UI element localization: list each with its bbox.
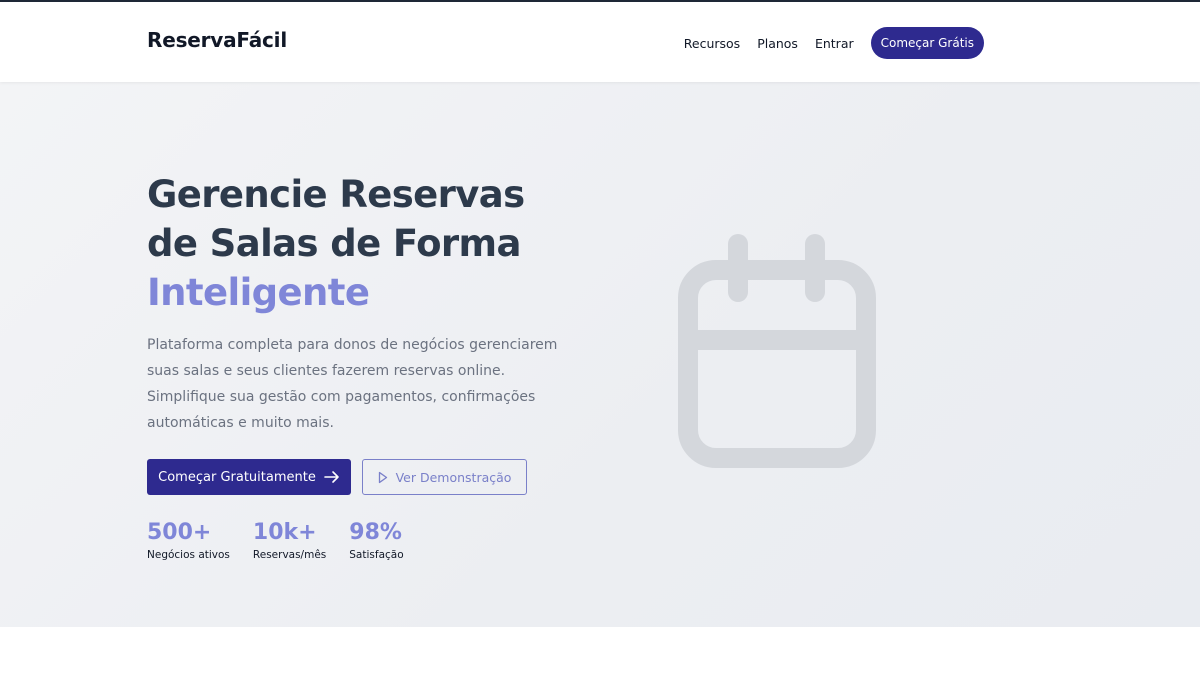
stat-value: 10k+ (252, 520, 317, 545)
play-icon (378, 471, 387, 483)
hero-title-line2: de Salas de Forma (147, 222, 521, 265)
hero-description: Plataforma completa para donos de negóci… (147, 337, 558, 431)
stat-item: 98% Satisfação (349, 519, 403, 561)
stat-item: 500+ Negócios ativos (147, 519, 230, 561)
site-header: ReservaFácil Recursos Planos Entrar Come… (0, 2, 1200, 82)
view-demo-label: Ver Demonstração (395, 469, 512, 485)
stats-row: 500+ Negócios ativos 10k+ Reservas/mês 9… (147, 519, 427, 561)
main-nav: Recursos Planos Entrar Começar Grátis (667, 27, 984, 59)
stat-value: 98% (349, 520, 402, 545)
start-free-primary-button[interactable]: Começar Gratuitamente (147, 459, 351, 495)
stat-label: Negócios ativos (147, 549, 230, 561)
brand-logo[interactable]: ReservaFácil (147, 28, 287, 52)
nav-link-entrar[interactable]: Entrar (815, 36, 854, 51)
start-free-button[interactable]: Começar Grátis (870, 27, 984, 59)
calendar-icon (678, 234, 876, 468)
hero-title-highlight: Inteligente (147, 271, 370, 314)
nav-link-recursos[interactable]: Recursos (684, 36, 740, 51)
stat-label: Reservas/mês (252, 549, 327, 561)
stat-item: 10k+ Reservas/mês (253, 519, 326, 561)
hero-section: Gerencie Reservas de Salas de Forma Inte… (0, 82, 1200, 627)
start-free-primary-label: Começar Gratuitamente (158, 469, 316, 485)
hero-title: Gerencie Reservas de Salas de Forma Inte… (147, 170, 577, 317)
stat-label: Satisfação (349, 549, 404, 561)
nav-link-planos[interactable]: Planos (757, 36, 798, 51)
arrow-right-icon (324, 471, 339, 483)
view-demo-button[interactable]: Ver Demonstração (362, 459, 527, 495)
stat-value: 500+ (147, 520, 212, 545)
hero-title-line1: Gerencie Reservas (147, 173, 525, 216)
